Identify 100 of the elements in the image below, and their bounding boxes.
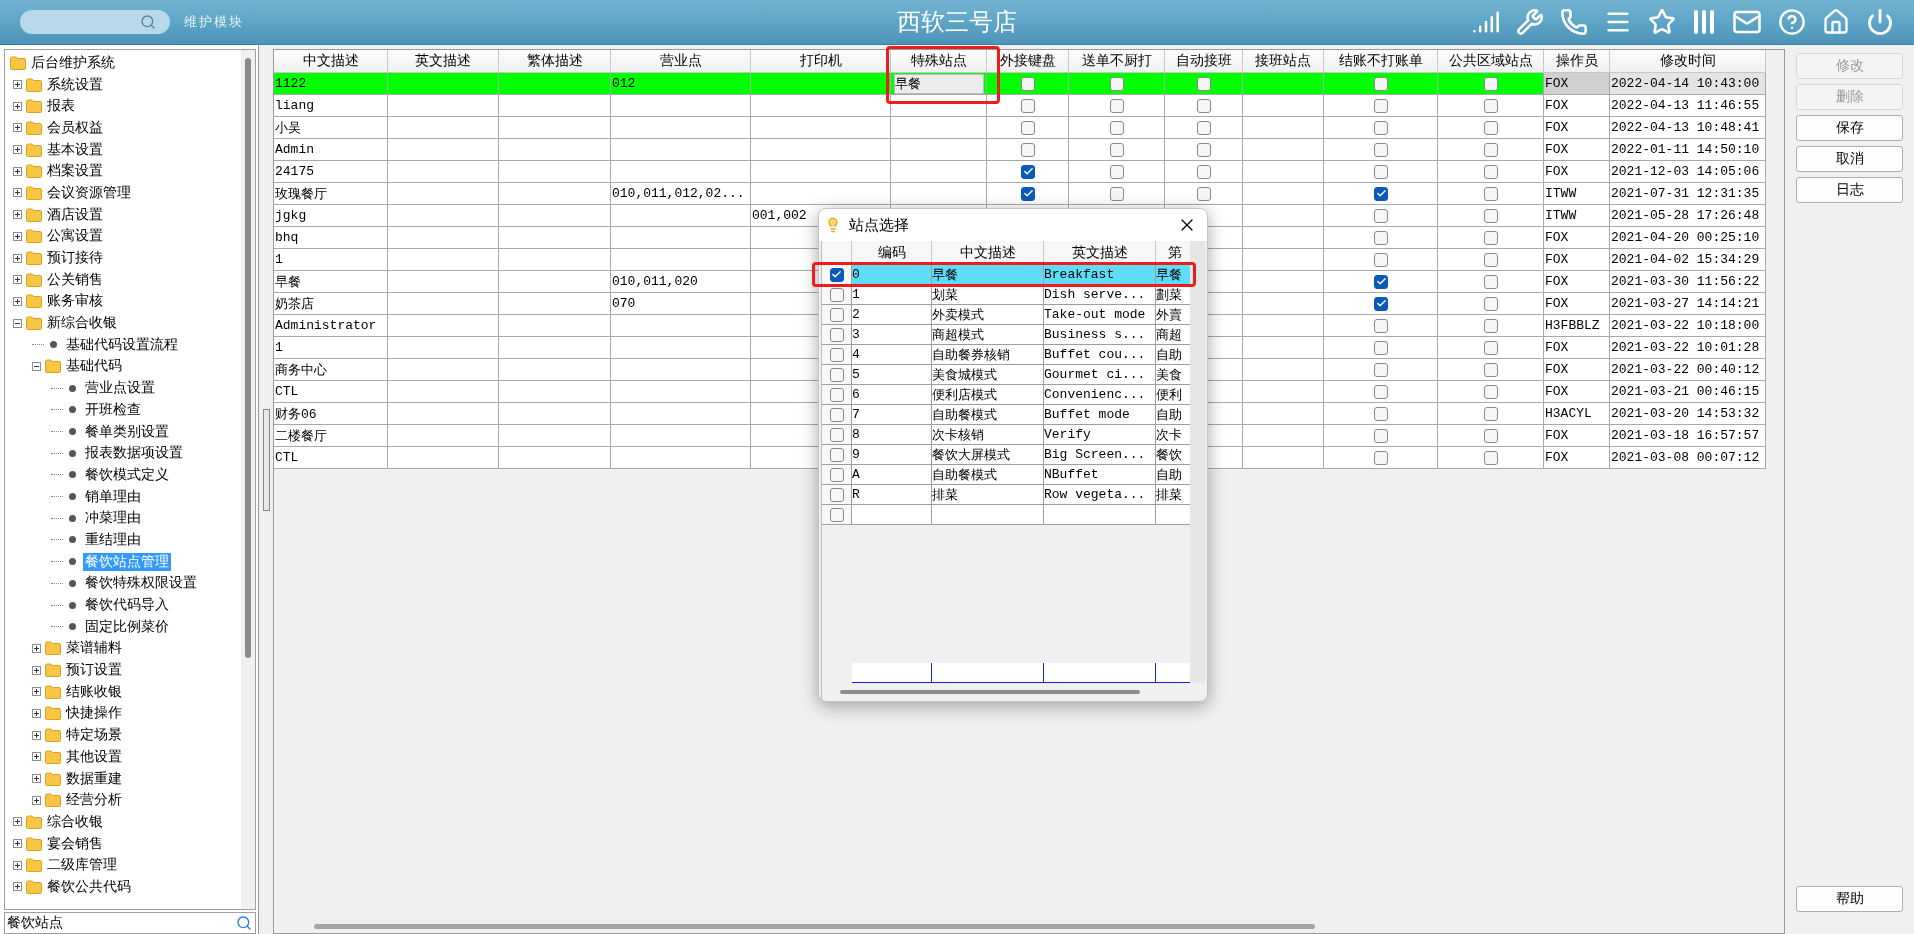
expand-icon[interactable] (32, 665, 41, 675)
help-icon[interactable] (1778, 8, 1806, 36)
column-header[interactable]: 特殊站点 (891, 50, 987, 73)
tree-item[interactable]: 销单理由 (83, 487, 143, 506)
tree-item[interactable]: 新综合收银 (45, 314, 119, 333)
tree-item[interactable]: 公寓设置 (45, 227, 105, 246)
expand-icon[interactable] (13, 101, 22, 111)
checkbox[interactable] (1021, 98, 1035, 113)
column-header[interactable]: 自动接班 (1165, 50, 1243, 73)
expand-icon[interactable] (32, 730, 41, 740)
checkbox[interactable] (1197, 186, 1211, 201)
tree-search-field[interactable]: 餐饮站点 (4, 912, 256, 934)
checkbox[interactable] (1110, 120, 1124, 135)
checkbox[interactable] (1374, 208, 1388, 223)
checkbox[interactable] (1374, 252, 1388, 267)
checkbox[interactable] (1484, 450, 1498, 465)
tree-item[interactable]: 系统设置 (45, 75, 105, 94)
checkbox[interactable] (829, 487, 844, 502)
splitter-handle[interactable] (262, 408, 270, 511)
checkbox[interactable] (1484, 252, 1498, 267)
checkbox[interactable] (1374, 76, 1388, 91)
column-header[interactable]: 结账不打账单 (1324, 50, 1438, 73)
expand-icon[interactable] (32, 687, 41, 697)
checkbox[interactable] (1374, 274, 1388, 289)
wrench-icon[interactable] (1516, 8, 1544, 36)
tree-item[interactable]: 餐饮代码导入 (83, 596, 171, 615)
tree-item[interactable]: 公关销售 (45, 270, 105, 289)
checkbox[interactable] (1484, 274, 1498, 289)
column-header[interactable]: 中文描述 (932, 241, 1044, 265)
checkbox[interactable] (1374, 450, 1388, 465)
action-button[interactable]: 保存 (1796, 115, 1903, 141)
column-header[interactable]: 英文描述 (1044, 241, 1156, 265)
expand-icon[interactable] (13, 231, 22, 241)
scrollbar-thumb[interactable] (840, 690, 1140, 694)
tree-item[interactable]: 冲菜理由 (83, 509, 143, 528)
column-header[interactable]: 外接键盘 (987, 50, 1069, 73)
column-header[interactable]: 送单不厨打 (1069, 50, 1165, 73)
expand-icon[interactable] (13, 860, 22, 870)
checkbox[interactable] (1374, 318, 1388, 333)
checkbox[interactable] (1110, 186, 1124, 201)
checkbox[interactable] (1484, 76, 1498, 91)
checkbox[interactable] (1374, 230, 1388, 245)
signal-icon[interactable] (1472, 8, 1500, 36)
checkbox[interactable] (1110, 142, 1124, 157)
checkbox[interactable] (829, 307, 844, 322)
checkbox[interactable] (1374, 186, 1388, 201)
column-header[interactable]: 接班站点 (1243, 50, 1324, 73)
column-header[interactable]: 中文描述 (274, 50, 388, 73)
checkbox[interactable] (1374, 340, 1388, 355)
expand-icon[interactable] (32, 752, 41, 762)
expand-icon[interactable] (13, 210, 22, 220)
checkbox[interactable] (1484, 120, 1498, 135)
checkbox[interactable] (1374, 142, 1388, 157)
checkbox[interactable] (1374, 362, 1388, 377)
power-icon[interactable] (1866, 8, 1894, 36)
checkbox[interactable] (1021, 142, 1035, 157)
checkbox[interactable] (1197, 142, 1211, 157)
tree-item[interactable]: 营业点设置 (83, 379, 157, 398)
checkbox[interactable] (1374, 296, 1388, 311)
checkbox[interactable] (1484, 318, 1498, 333)
tree-item[interactable]: 基础代码 (64, 357, 124, 376)
tree-item[interactable]: 菜谱辅料 (64, 639, 124, 658)
checkbox[interactable] (829, 407, 844, 422)
tree-item[interactable]: 酒店设置 (45, 205, 105, 224)
checkbox[interactable] (1484, 98, 1498, 113)
tree-item[interactable]: 餐饮特殊权限设置 (83, 574, 199, 593)
tree-item[interactable]: 开班检查 (83, 400, 143, 419)
tree-item[interactable]: 会议资源管理 (45, 183, 133, 202)
checkbox[interactable] (1197, 164, 1211, 179)
tree-item[interactable]: 数据重建 (64, 769, 124, 788)
action-button[interactable]: 取消 (1796, 146, 1903, 172)
tree-item[interactable]: 预订设置 (64, 661, 124, 680)
expand-icon[interactable] (32, 708, 41, 718)
checkbox[interactable] (829, 287, 844, 302)
expand-icon[interactable] (13, 839, 22, 849)
help-button[interactable]: 帮助 (1796, 886, 1903, 912)
tree-item[interactable]: 二级库管理 (45, 856, 119, 875)
checkbox[interactable] (1484, 164, 1498, 179)
checkbox[interactable] (1110, 76, 1124, 91)
expand-icon[interactable] (13, 123, 22, 133)
collapse-icon[interactable] (13, 318, 22, 328)
checkbox[interactable] (1374, 384, 1388, 399)
checkbox[interactable] (1197, 76, 1211, 91)
tree-item[interactable]: 其他设置 (64, 747, 124, 766)
tree-item[interactable]: 重结理由 (83, 530, 143, 549)
column-header[interactable]: 操作员 (1544, 50, 1610, 73)
expand-icon[interactable] (13, 296, 22, 306)
star-icon[interactable] (1648, 8, 1676, 36)
checkbox[interactable] (1021, 76, 1035, 91)
checkbox[interactable] (1021, 164, 1035, 179)
checkbox[interactable] (1484, 384, 1498, 399)
checkbox[interactable] (1484, 142, 1498, 157)
checkbox[interactable] (1021, 120, 1035, 135)
search-icon[interactable] (236, 915, 252, 931)
checkbox[interactable] (1374, 428, 1388, 443)
tree-item[interactable]: 固定比例菜价 (83, 617, 171, 636)
column-header[interactable]: 第 (1156, 241, 1191, 265)
expand-icon[interactable] (32, 795, 41, 805)
checkbox[interactable] (829, 347, 844, 362)
home-icon[interactable] (1822, 8, 1850, 36)
